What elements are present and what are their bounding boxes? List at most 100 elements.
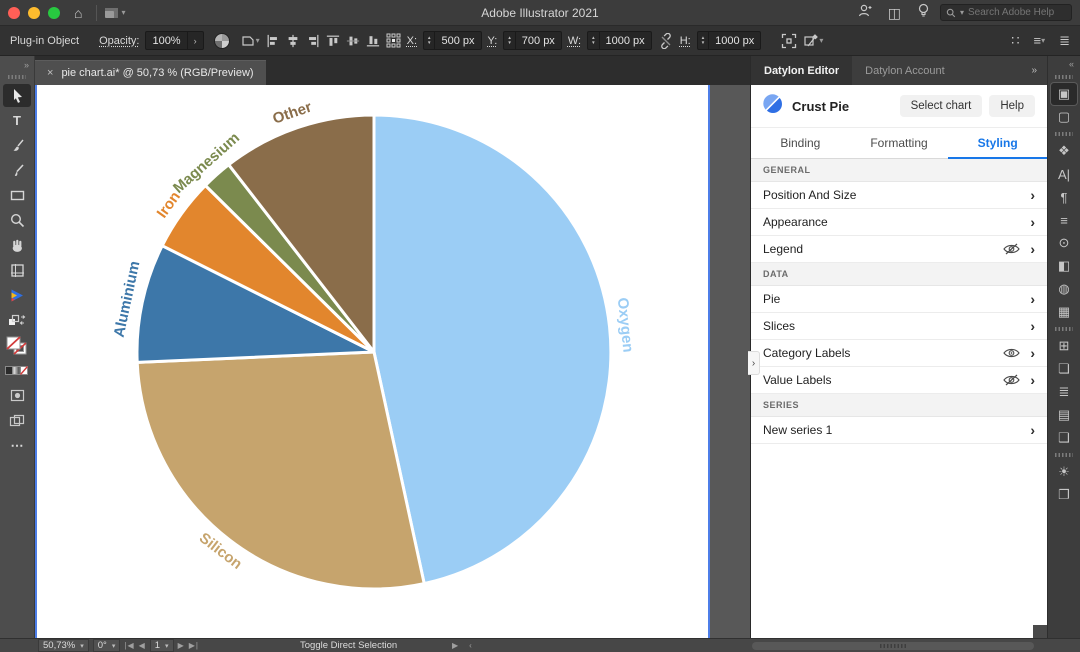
color-mode-strip[interactable] bbox=[3, 359, 31, 382]
tab-binding[interactable]: Binding bbox=[751, 128, 850, 158]
chevron-right-icon[interactable]: › bbox=[1030, 345, 1035, 361]
asset-export-icon[interactable]: ❑ bbox=[1051, 427, 1077, 449]
search-input[interactable] bbox=[968, 7, 1066, 18]
panel-row-appearance[interactable]: Appearance› bbox=[751, 209, 1047, 236]
pie-slice-silicon[interactable] bbox=[137, 352, 424, 589]
h-value[interactable]: 1000 px bbox=[709, 35, 760, 47]
chevron-right-icon[interactable]: › bbox=[1030, 187, 1035, 203]
paragraph-settings-icon[interactable]: ≡ ▾ bbox=[1033, 33, 1045, 48]
first-artboard-icon[interactable]: |◀ bbox=[124, 641, 134, 650]
constrain-proportions-icon[interactable] bbox=[658, 33, 674, 49]
datylon-tab-datylon-editor[interactable]: Datylon Editor bbox=[751, 56, 852, 85]
selection-tool[interactable] bbox=[3, 84, 31, 107]
reference-point-icon[interactable] bbox=[386, 33, 401, 48]
draw-mode-icon[interactable] bbox=[3, 384, 31, 407]
workspace-switcher[interactable]: ▾ bbox=[105, 8, 125, 18]
close-window-button[interactable] bbox=[8, 7, 20, 19]
y-value[interactable]: 700 px bbox=[516, 35, 561, 47]
zoom-tool[interactable] bbox=[3, 209, 31, 232]
collapse-panels-icon[interactable]: « bbox=[1069, 59, 1074, 71]
panel-toggle-icon[interactable]: ◫ bbox=[888, 6, 901, 20]
x-label[interactable]: X: bbox=[407, 35, 417, 47]
options-menu-icon[interactable]: ≣ bbox=[1059, 33, 1070, 49]
minimize-window-button[interactable] bbox=[28, 7, 40, 19]
transform-icon[interactable]: ⊞ bbox=[1051, 335, 1077, 357]
h-field[interactable]: ▲▼ 1000 px bbox=[697, 31, 762, 50]
visibility-off-icon[interactable] bbox=[1003, 243, 1020, 255]
shape-properties-icon[interactable]: ▾ bbox=[803, 33, 823, 48]
horizontal-scrollbar[interactable] bbox=[752, 642, 1034, 650]
panel-grip[interactable] bbox=[1055, 327, 1073, 331]
character-icon[interactable]: A| bbox=[1051, 163, 1077, 185]
chevron-right-icon[interactable]: › bbox=[1030, 422, 1035, 438]
chevron-right-icon[interactable]: › bbox=[1030, 214, 1035, 230]
panel-scrollbar-corner[interactable] bbox=[1033, 625, 1047, 638]
back-icon[interactable]: ‹ bbox=[469, 641, 473, 650]
artboard[interactable]: OxygenSiliconAluminiumIronMagnesiumOther bbox=[35, 85, 710, 638]
align-top-icon[interactable] bbox=[326, 34, 340, 48]
pathfinder-icon[interactable]: ❏ bbox=[1051, 358, 1077, 380]
stepper-icon[interactable]: ▲▼ bbox=[588, 32, 599, 49]
datylon-chart-tool[interactable] bbox=[3, 284, 31, 307]
visibility-on-icon[interactable] bbox=[1003, 347, 1020, 359]
x-value[interactable]: 500 px bbox=[435, 35, 480, 47]
canvas-area[interactable]: OxygenSiliconAluminiumIronMagnesiumOther bbox=[35, 85, 750, 638]
lightbulb-icon[interactable] bbox=[917, 3, 930, 23]
datylon-tab-datylon-account[interactable]: Datylon Account bbox=[852, 56, 958, 85]
stepper-icon[interactable]: ▲▼ bbox=[698, 32, 709, 49]
stroke-icon[interactable]: ≡ bbox=[1051, 209, 1077, 231]
tab-formatting[interactable]: Formatting bbox=[850, 128, 949, 158]
previous-artboard-icon[interactable]: ◀ bbox=[139, 641, 146, 650]
panel-grip[interactable] bbox=[1055, 453, 1073, 457]
artboard-options-icon[interactable]: ▾ bbox=[240, 33, 260, 48]
opacity-field[interactable]: 100% › bbox=[145, 31, 203, 50]
color-icon[interactable]: ⊙ bbox=[1051, 232, 1077, 254]
home-icon[interactable]: ⌂ bbox=[74, 6, 82, 20]
w-label[interactable]: W: bbox=[568, 35, 581, 47]
swap-fill-stroke-icon[interactable] bbox=[3, 309, 31, 332]
align-left-icon[interactable] bbox=[266, 34, 280, 48]
panel-row-category-labels[interactable]: Category Labels› bbox=[751, 340, 1047, 367]
panel-row-value-labels[interactable]: Value Labels› bbox=[751, 367, 1047, 394]
stepper-icon[interactable]: ▲▼ bbox=[504, 32, 515, 49]
opacity-label[interactable]: Opacity: bbox=[99, 35, 139, 47]
eyedropper-tool[interactable] bbox=[3, 159, 31, 182]
stepper-icon[interactable]: ▲▼ bbox=[424, 32, 435, 49]
panel-row-position-and-size[interactable]: Position And Size› bbox=[751, 182, 1047, 209]
recolor-artwork-icon[interactable] bbox=[214, 33, 230, 49]
w-field[interactable]: ▲▼ 1000 px bbox=[587, 31, 652, 50]
layers-icon[interactable]: ❖ bbox=[1051, 140, 1077, 162]
workspace-grid-icon[interactable]: ∷ bbox=[1011, 33, 1019, 49]
transparency-icon[interactable]: ◍ bbox=[1051, 278, 1077, 300]
screen-mode-icon[interactable] bbox=[3, 409, 31, 432]
chevron-right-icon[interactable]: › bbox=[1030, 241, 1035, 257]
document-tab[interactable]: × pie chart.ai* @ 50,73 % (RGB/Preview) bbox=[35, 60, 266, 85]
chevron-right-icon[interactable]: › bbox=[1030, 291, 1035, 307]
fill-stroke-swatches[interactable] bbox=[3, 334, 31, 357]
next-artboard-icon[interactable]: ▶ bbox=[178, 641, 185, 650]
links-icon[interactable]: ▢ bbox=[1051, 106, 1077, 128]
x-field[interactable]: ▲▼ 500 px bbox=[423, 31, 482, 50]
h-label[interactable]: H: bbox=[680, 35, 691, 47]
align-center-icon[interactable] bbox=[286, 34, 300, 48]
artboard-number-select[interactable]: 1 ▾ bbox=[150, 639, 174, 652]
gradient-icon[interactable]: ◧ bbox=[1051, 255, 1077, 277]
panel-menu-icon[interactable]: » bbox=[1031, 65, 1047, 76]
panel-grip[interactable] bbox=[1055, 75, 1073, 79]
artboard-tool[interactable] bbox=[3, 259, 31, 282]
rotation-select[interactable]: 0° ▾ bbox=[93, 639, 121, 652]
align-right-icon[interactable] bbox=[306, 34, 320, 48]
last-artboard-icon[interactable]: ▶| bbox=[189, 641, 199, 650]
tab-styling[interactable]: Styling bbox=[948, 128, 1047, 158]
panel-grip[interactable] bbox=[1055, 132, 1073, 136]
close-tab-icon[interactable]: × bbox=[47, 67, 53, 79]
panel-row-slices[interactable]: Slices› bbox=[751, 313, 1047, 340]
paragraph-icon[interactable]: ¶ bbox=[1051, 186, 1077, 208]
panel-row-new-series-1[interactable]: New series 1› bbox=[751, 417, 1047, 444]
artboards-icon[interactable]: ▦ bbox=[1051, 301, 1077, 323]
play-icon[interactable]: ▶ bbox=[452, 641, 459, 650]
visibility-off-icon[interactable] bbox=[1003, 374, 1020, 386]
panel-row-legend[interactable]: Legend› bbox=[751, 236, 1047, 263]
type-tool[interactable]: T bbox=[3, 109, 31, 132]
align-middle-icon[interactable] bbox=[346, 34, 360, 48]
